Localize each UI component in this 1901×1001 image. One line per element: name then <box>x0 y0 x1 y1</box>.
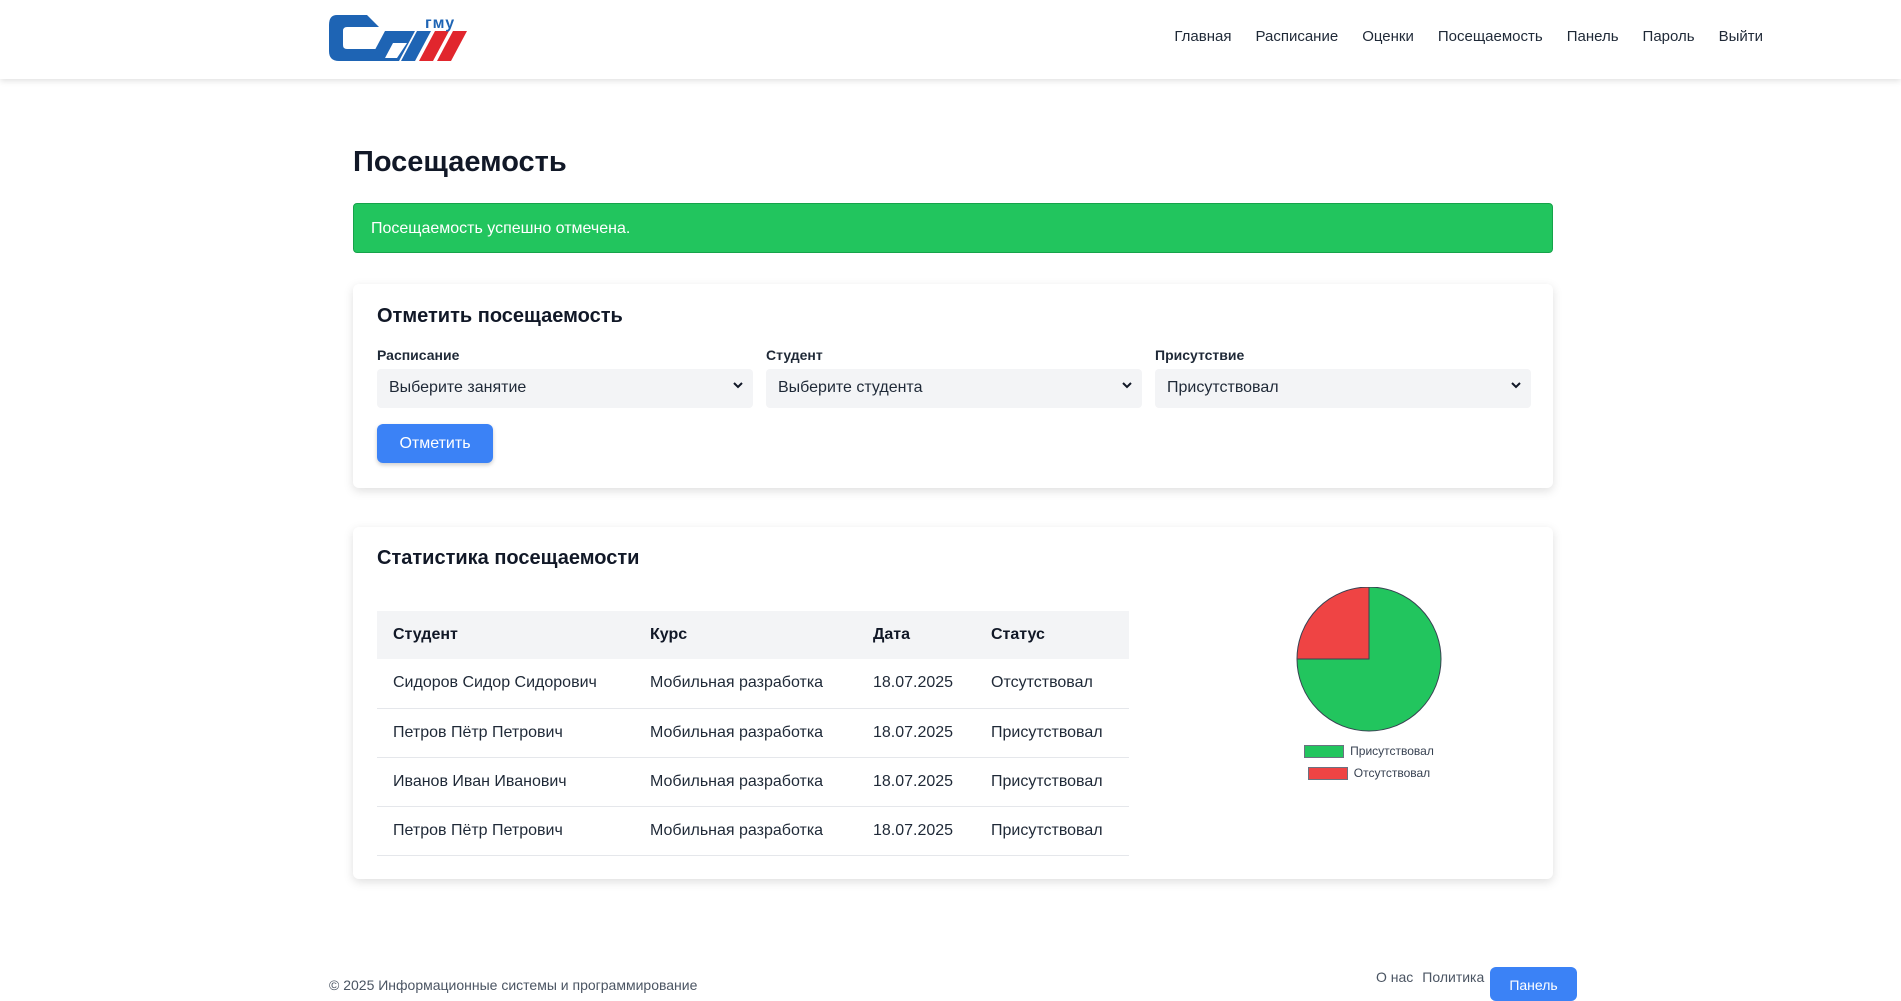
attendance-stats-card: Статистика посещаемости Студент Курс Дат… <box>353 527 1553 879</box>
cell-student: Петров Пётр Петрович <box>377 708 634 758</box>
cell-date: 18.07.2025 <box>857 708 975 758</box>
presence-label: Присутствие <box>1155 347 1245 363</box>
schedule-select-value: Выберите занятие <box>389 379 527 396</box>
student-select-value: Выберите студента <box>778 379 923 396</box>
student-label: Студент <box>766 347 823 363</box>
schedule-field: Расписание Выберите занятие <box>377 347 753 408</box>
stats-title: Статистика посещаемости <box>377 547 640 569</box>
success-alert: Посещаемость успешно отмечена. <box>353 203 1553 253</box>
cell-course: Мобильная разработка <box>634 757 857 807</box>
footer-link-policy[interactable]: Политика <box>1422 969 1484 985</box>
table-header-row: Студент Курс Дата Статус <box>377 611 1129 659</box>
attendance-table: Студент Курс Дата Статус Сидоров Сидор С… <box>377 611 1129 856</box>
table-row: Иванов Иван Иванович Мобильная разработк… <box>377 757 1129 807</box>
mark-attendance-title: Отметить посещаемость <box>377 305 623 327</box>
column-header-status: Статус <box>975 611 1129 659</box>
table-row: Сидоров Сидор Сидорович Мобильная разраб… <box>377 659 1129 709</box>
pie-legend: Присутствовал Отсутствовал <box>1259 740 1479 784</box>
nav-link-logout[interactable]: Выйти <box>1719 28 1763 45</box>
nav-link-dashboard[interactable]: Панель <box>1567 28 1619 45</box>
presence-select-value: Присутствовал <box>1167 379 1279 396</box>
university-logo[interactable]: гму <box>327 13 471 65</box>
legend-swatch <box>1304 744 1345 758</box>
table-row: Петров Пётр Петрович Мобильная разработк… <box>377 806 1129 856</box>
footer-link-about[interactable]: О нас <box>1376 969 1413 985</box>
cell-status: Отсутствовал <box>975 659 1129 709</box>
nav-link-grades[interactable]: Оценки <box>1362 28 1414 45</box>
column-header-student: Студент <box>377 611 634 659</box>
cell-date: 18.07.2025 <box>857 659 975 709</box>
cell-student: Петров Пётр Петрович <box>377 806 634 856</box>
legend-label: Отсутствовал <box>1353 766 1431 780</box>
nav-link-home[interactable]: Главная <box>1174 28 1231 45</box>
pie-slice-absent <box>1296 586 1370 660</box>
cell-student: Иванов Иван Иванович <box>377 757 634 807</box>
schedule-select[interactable]: Выберите занятие <box>377 369 753 408</box>
student-select[interactable]: Выберите студента <box>766 369 1142 408</box>
legend-item-absent: Отсутствовал <box>1259 762 1479 784</box>
navbar: гму Главная Расписание Оценки Посещаемос… <box>0 0 1901 79</box>
cell-course: Мобильная разработка <box>634 659 857 709</box>
mark-button[interactable]: Отметить <box>377 424 493 463</box>
pie-chart-svg <box>1296 586 1442 732</box>
nav-link-password[interactable]: Пароль <box>1643 28 1695 45</box>
cell-student: Сидоров Сидор Сидорович <box>377 659 634 709</box>
nav-link-attendance[interactable]: Посещаемость <box>1438 28 1543 45</box>
student-field: Студент Выберите студента <box>766 347 1142 408</box>
cell-course: Мобильная разработка <box>634 806 857 856</box>
chevron-down-icon <box>733 382 743 389</box>
column-header-date: Дата <box>857 611 975 659</box>
schedule-label: Расписание <box>377 347 460 363</box>
presence-field: Присутствие Присутствовал <box>1155 347 1531 408</box>
mark-attendance-card: Отметить посещаемость Расписание Выберит… <box>353 284 1553 488</box>
table-row: Петров Пётр Петрович Мобильная разработк… <box>377 708 1129 758</box>
page-title: Посещаемость <box>353 146 567 178</box>
cell-course: Мобильная разработка <box>634 708 857 758</box>
cell-status: Присутствовал <box>975 757 1129 807</box>
cell-date: 18.07.2025 <box>857 757 975 807</box>
cell-status: Присутствовал <box>975 806 1129 856</box>
footer-dashboard-button[interactable]: Панель <box>1490 967 1577 1001</box>
column-header-course: Курс <box>634 611 857 659</box>
chevron-down-icon <box>1122 382 1132 389</box>
legend-swatch <box>1307 766 1348 780</box>
legend-label: Присутствовал <box>1350 744 1434 758</box>
main-nav: Главная Расписание Оценки Посещаемость П… <box>1174 28 1763 45</box>
nav-link-schedule[interactable]: Расписание <box>1255 28 1338 45</box>
svg-text:гму: гму <box>425 15 455 32</box>
cell-status: Присутствовал <box>975 708 1129 758</box>
chevron-down-icon <box>1511 382 1521 389</box>
cell-date: 18.07.2025 <box>857 806 975 856</box>
presence-select[interactable]: Присутствовал <box>1155 369 1531 408</box>
legend-item-present: Присутствовал <box>1259 740 1479 762</box>
footer-links: О нас Политика <box>1376 969 1484 985</box>
